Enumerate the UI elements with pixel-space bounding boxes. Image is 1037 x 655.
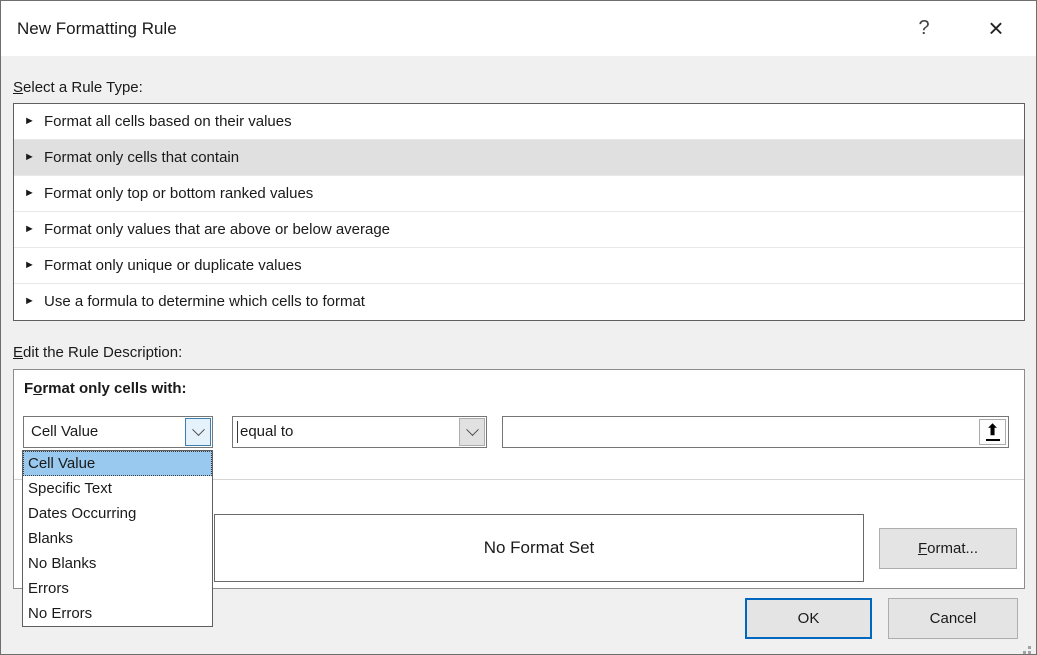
cancel-button[interactable]: Cancel [888,598,1018,639]
rule-type-item-unique-duplicate[interactable]: ►Format only unique or duplicate values [14,248,1024,284]
text-caret [237,421,238,443]
format-only-cells-with-label: Format only cells with: [24,380,187,397]
title-bar: New Formatting Rule ? × [1,1,1036,56]
rule-type-list: ►Format all cells based on their values … [13,103,1025,321]
cell-value-dropdown-list: Cell Value Specific Text Dates Occurring… [22,450,213,627]
arrow-right-icon: ► [24,104,44,139]
arrow-right-icon: ► [24,284,44,319]
new-formatting-rule-dialog: New Formatting Rule ? × Select a Rule Ty… [0,0,1037,655]
close-button[interactable]: × [974,1,1018,56]
dropdown-option-errors[interactable]: Errors [23,576,212,601]
format-preview-box: No Format Set [214,514,864,582]
rule-type-item-cells-contain[interactable]: ►Format only cells that contain [14,140,1024,176]
rule-type-item-top-bottom[interactable]: ►Format only top or bottom ranked values [14,176,1024,212]
dropdown-option-dates-occurring[interactable]: Dates Occurring [23,501,212,526]
combobox-dropdown-button[interactable] [459,418,485,446]
arrow-right-icon: ► [24,176,44,211]
combobox-dropdown-button[interactable] [185,418,211,446]
format-button[interactable]: Format... [879,528,1017,569]
arrow-right-icon: ► [24,212,44,247]
chevron-down-icon [192,423,205,436]
arrow-right-icon: ► [24,140,44,175]
dropdown-option-cell-value[interactable]: Cell Value [23,451,212,476]
collapse-dialog-button[interactable]: ⬆ [979,419,1006,445]
rule-type-item-cells-values[interactable]: ►Format all cells based on their values [14,104,1024,140]
combobox-value: Cell Value [31,417,98,447]
collapse-dialog-icon: ⬆ [986,424,999,438]
help-icon: ? [918,17,929,39]
select-rule-type-label: Select a Rule Type: [13,79,143,96]
edit-rule-description-label: Edit the Rule Description: [13,344,182,361]
dialog-title: New Formatting Rule [17,1,177,56]
combobox-value: equal to [240,417,293,447]
rule-type-item-formula[interactable]: ►Use a formula to determine which cells … [14,284,1024,320]
resize-grip[interactable] [1028,646,1031,649]
preview-text: No Format Set [484,538,595,558]
close-icon: × [988,13,1003,43]
dropdown-option-no-blanks[interactable]: No Blanks [23,551,212,576]
dropdown-option-blanks[interactable]: Blanks [23,526,212,551]
rule-value-input[interactable]: ⬆ [502,416,1009,448]
operator-combobox[interactable]: equal to [232,416,487,448]
dropdown-option-specific-text[interactable]: Specific Text [23,476,212,501]
rule-type-item-above-below-avg[interactable]: ►Format only values that are above or be… [14,212,1024,248]
cell-value-type-combobox[interactable]: Cell Value [23,416,213,448]
collapse-dialog-icon-bar [986,439,1000,441]
ok-button[interactable]: OK [745,598,872,639]
dropdown-option-no-errors[interactable]: No Errors [23,601,212,626]
arrow-right-icon: ► [24,248,44,283]
help-button[interactable]: ? [902,1,946,56]
chevron-down-icon [466,423,479,436]
